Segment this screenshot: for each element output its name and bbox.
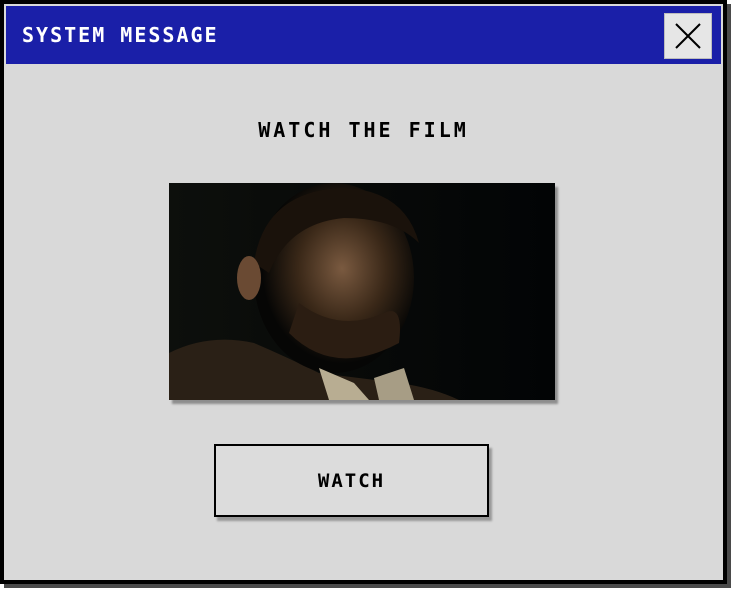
dialog-heading: WATCH THE FILM: [258, 118, 469, 142]
close-icon: [675, 23, 701, 49]
watch-button-label: WATCH: [317, 470, 386, 492]
film-still-image: [169, 183, 555, 400]
watch-button[interactable]: WATCH: [214, 444, 489, 517]
close-button[interactable]: [664, 13, 712, 59]
system-message-dialog: SYSTEM MESSAGE WATCH THE FILM WATCH: [0, 0, 727, 584]
dialog-titlebar: SYSTEM MESSAGE: [6, 6, 721, 64]
dialog-title: SYSTEM MESSAGE: [22, 23, 219, 47]
film-thumbnail[interactable]: [169, 183, 555, 400]
